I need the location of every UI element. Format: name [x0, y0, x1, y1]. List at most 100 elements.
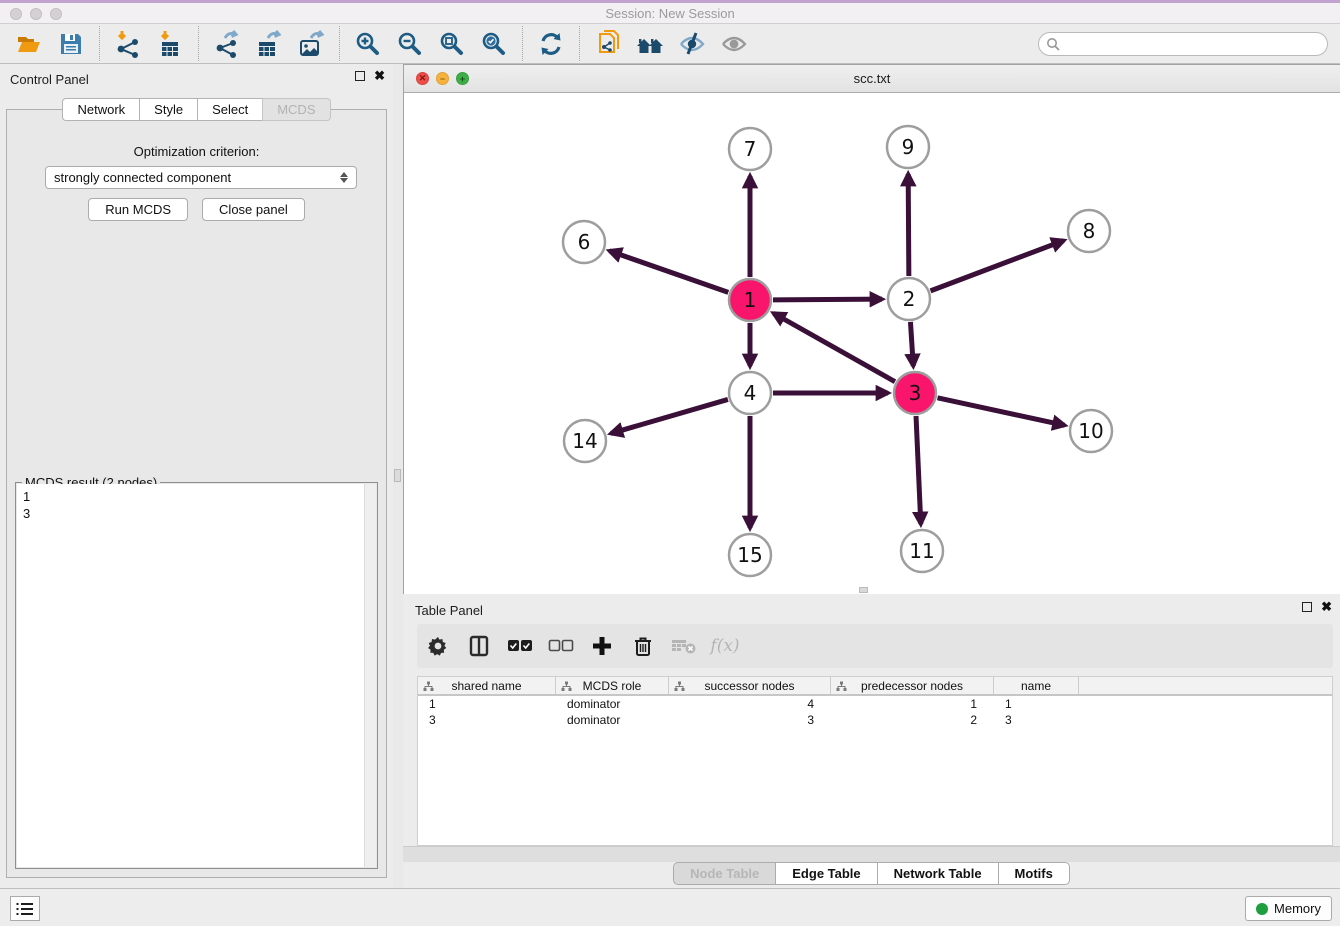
zoom-out-icon[interactable] [395, 29, 425, 59]
delete-table-icon[interactable] [671, 633, 697, 659]
float-table-panel-icon[interactable] [1302, 602, 1312, 612]
show-graphics-details-icon[interactable] [719, 29, 749, 59]
table-cell: 1 [831, 696, 994, 712]
graph-edge-4-14[interactable] [611, 399, 728, 433]
graph-edge-1-6[interactable] [609, 251, 728, 293]
column-header-name[interactable]: name [994, 677, 1079, 694]
application-window: Session: New Session [0, 0, 1340, 926]
statusbar: Memory [0, 888, 1340, 926]
table-row[interactable]: 1dominator411 [418, 696, 1332, 712]
graph-edge-2-9[interactable] [908, 174, 909, 276]
toolbar-separator [522, 26, 523, 61]
column-header-label: predecessor nodes [861, 679, 963, 693]
graph-node-label-1: 1 [744, 288, 757, 312]
graph-node-label-15: 15 [737, 543, 762, 567]
task-history-button[interactable] [10, 896, 40, 921]
export-image-icon[interactable] [296, 29, 326, 59]
refresh-view-icon[interactable] [536, 29, 566, 59]
export-network-icon[interactable] [212, 29, 242, 59]
table-panel: Table Panel ✖ [403, 594, 1340, 888]
toolbar-separator [339, 26, 340, 61]
network-view-window: ✕ − + scc.txt 7968124314101511 [403, 64, 1340, 594]
column-header-successor-nodes[interactable]: successor nodes [669, 677, 831, 694]
graph-node-label-8: 8 [1083, 219, 1096, 243]
task-list-icon [16, 902, 34, 916]
mcds-result-groupbox: MCDS result (2 nodes) 13 [15, 482, 378, 869]
zoom-fit-icon[interactable] [437, 29, 467, 59]
graph-edge-1-2[interactable] [773, 299, 882, 300]
table-cell: 3 [994, 712, 1079, 728]
optimization-criterion-label: Optimization criterion: [7, 144, 386, 159]
add-column-icon[interactable] [589, 633, 615, 659]
graph-edge-3-10[interactable] [937, 398, 1064, 425]
home-icon[interactable] [635, 29, 665, 59]
network-canvas[interactable]: 7968124314101511 [404, 93, 1340, 594]
control-panel-title: Control Panel [10, 72, 89, 87]
graph-edge-3-11[interactable] [916, 416, 921, 524]
close-table-panel-icon[interactable]: ✖ [1321, 602, 1332, 612]
hide-graphics-details-icon[interactable] [677, 29, 707, 59]
table-cell: 4 [669, 696, 831, 712]
optimization-criterion-value: strongly connected component [54, 170, 231, 185]
control-panel-tabs: NetworkStyleSelectMCDS [0, 98, 393, 121]
split-divider[interactable] [393, 64, 403, 888]
table-panel-title: Table Panel [415, 603, 483, 618]
control-panel: Control Panel ✖ NetworkStyleSelectMCDS O… [0, 64, 393, 888]
tab-network[interactable]: Network [62, 98, 139, 121]
graph-edge-2-3[interactable] [910, 322, 913, 366]
graph-edge-2-8[interactable] [931, 241, 1064, 291]
table-cell: 3 [418, 712, 556, 728]
close-panel-icon[interactable]: ✖ [374, 71, 385, 81]
network-window-titlebar[interactable]: ✕ − + scc.txt [404, 65, 1340, 93]
select-all-checked-icon[interactable] [507, 633, 533, 659]
optimization-criterion-select[interactable]: strongly connected component [45, 166, 357, 189]
delete-column-trash-icon[interactable] [630, 633, 656, 659]
column-header-label: MCDS role [583, 679, 642, 693]
result-scrollbar[interactable] [364, 484, 376, 867]
toolbar-separator [99, 26, 100, 61]
save-session-icon[interactable] [56, 29, 86, 59]
app-titlebar: Session: New Session [0, 0, 1340, 24]
mcds-result-line: 1 [23, 488, 358, 505]
run-mcds-button[interactable]: Run MCDS [88, 198, 188, 221]
close-panel-button[interactable]: Close panel [202, 198, 305, 221]
tab-edge-table[interactable]: Edge Table [775, 862, 876, 885]
column-header-MCDS-role[interactable]: MCDS role [556, 677, 669, 694]
memory-label: Memory [1274, 901, 1321, 916]
column-header-label: shared name [451, 679, 521, 693]
tab-mcds[interactable]: MCDS [262, 98, 330, 121]
split-columns-icon[interactable] [466, 633, 492, 659]
open-file-icon[interactable] [14, 29, 44, 59]
float-panel-icon[interactable] [355, 71, 365, 81]
tab-style[interactable]: Style [139, 98, 197, 121]
tab-network-table[interactable]: Network Table [877, 862, 998, 885]
network-graph: 7968124314101511 [404, 93, 1339, 594]
mcds-result-line: 3 [23, 505, 358, 522]
table-row[interactable]: 3dominator323 [418, 712, 1332, 728]
tab-motifs[interactable]: Motifs [998, 862, 1070, 885]
clone-network-icon[interactable] [593, 29, 623, 59]
split-divider-handle[interactable] [394, 469, 401, 482]
memory-button[interactable]: Memory [1245, 896, 1332, 921]
tab-select[interactable]: Select [197, 98, 262, 121]
table-settings-gear-icon[interactable] [425, 633, 451, 659]
network-resize-handle[interactable] [859, 587, 868, 593]
search-input[interactable] [1038, 32, 1328, 56]
mcds-result-textarea[interactable]: 13 [17, 484, 364, 867]
graph-node-label-9: 9 [902, 135, 915, 159]
zoom-in-icon[interactable] [353, 29, 383, 59]
table-toolbar: f(x) [417, 624, 1333, 668]
graph-edge-3-1[interactable] [774, 313, 895, 381]
tab-node-table[interactable]: Node Table [673, 862, 775, 885]
column-header-shared-name[interactable]: shared name [418, 677, 556, 694]
zoom-selected-icon[interactable] [479, 29, 509, 59]
deselect-all-icon[interactable] [548, 633, 574, 659]
table-body: 1dominator4113dominator323 [418, 696, 1332, 728]
graph-node-label-4: 4 [744, 381, 757, 405]
table-bottom-strip [403, 846, 1340, 862]
export-table-icon[interactable] [254, 29, 284, 59]
import-network-icon[interactable] [113, 29, 143, 59]
import-table-icon[interactable] [155, 29, 185, 59]
column-header-predecessor-nodes[interactable]: predecessor nodes [831, 677, 994, 694]
graph-node-label-11: 11 [909, 539, 934, 563]
